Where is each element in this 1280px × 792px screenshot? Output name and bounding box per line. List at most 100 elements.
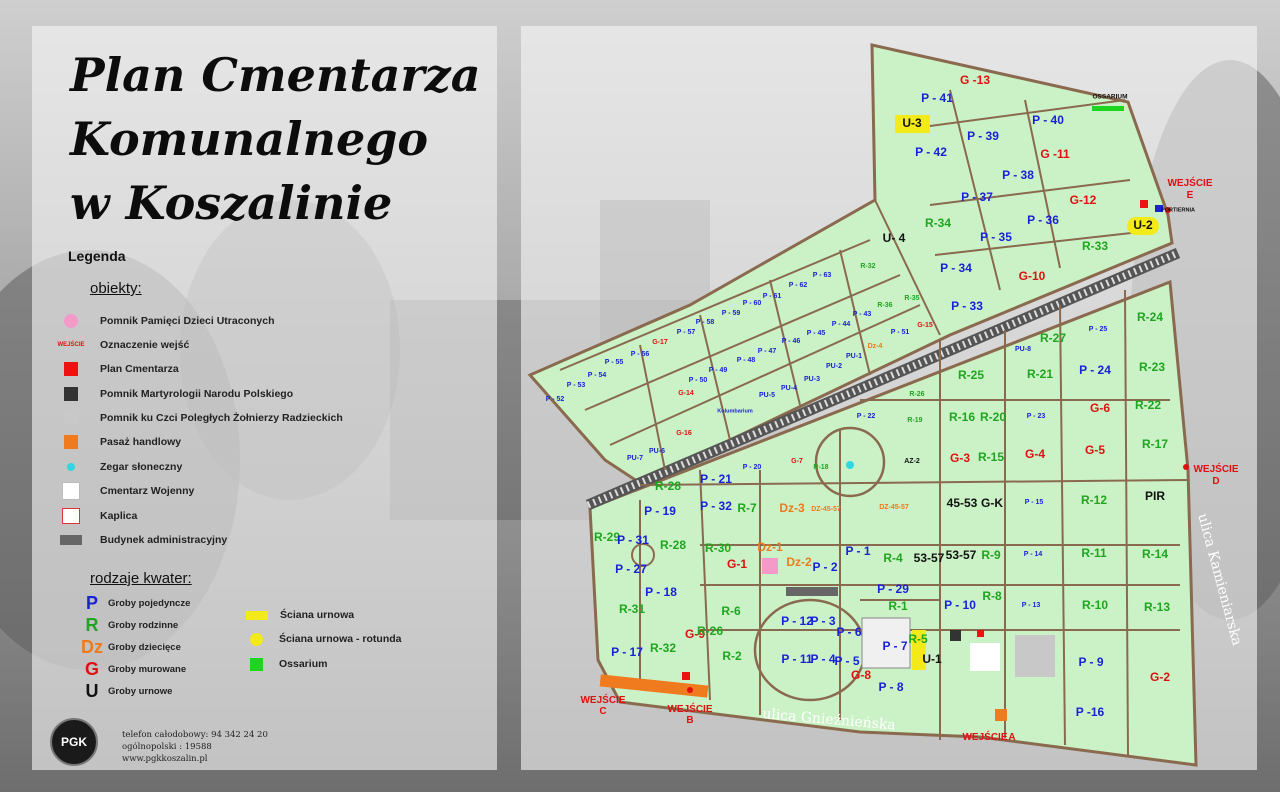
quarter-label-p-38[interactable]: P - 38 <box>1002 168 1034 182</box>
quarter-label-p-5[interactable]: P - 5 <box>834 654 859 668</box>
quarter-label-g-3[interactable]: G-3 <box>950 451 970 465</box>
quarter-label-p-21[interactable]: P - 21 <box>700 472 732 486</box>
quarter-label-r-1[interactable]: R-1 <box>888 599 908 613</box>
quarter-label-p-39[interactable]: P - 39 <box>967 129 999 143</box>
quarter-label-r-7[interactable]: R-7 <box>737 501 757 515</box>
quarter-label-r-22[interactable]: R-22 <box>1135 398 1161 412</box>
quarter-label-p-6[interactable]: P - 6 <box>836 625 861 639</box>
quarter-label-g-1[interactable]: G-1 <box>727 557 747 571</box>
quarter-label-g-15[interactable]: G-15 <box>917 322 933 329</box>
quarter-label-r-4[interactable]: R-4 <box>883 551 903 565</box>
quarter-label-p-45[interactable]: P - 45 <box>807 330 826 337</box>
quarter-label-53-57[interactable]: 53-57 <box>914 551 945 565</box>
quarter-label-g-14[interactable]: G-14 <box>678 390 694 397</box>
quarter-label-r-12[interactable]: R-12 <box>1081 493 1107 507</box>
quarter-label-p-7[interactable]: P - 7 <box>882 639 907 653</box>
quarter-label-p-8[interactable]: P - 8 <box>878 680 903 694</box>
quarter-label-p-24[interactable]: P - 24 <box>1079 363 1111 377</box>
quarter-label-p-32[interactable]: P - 32 <box>700 499 732 513</box>
quarter-label-r-32[interactable]: R-32 <box>860 263 875 270</box>
quarter-label-p-29[interactable]: P - 29 <box>877 582 909 596</box>
quarter-label-r-14[interactable]: R-14 <box>1142 547 1168 561</box>
quarter-label-p-53[interactable]: P - 53 <box>567 382 586 389</box>
quarter-label-r-10[interactable]: R-10 <box>1082 598 1108 612</box>
entrance-d-letter[interactable]: D <box>1212 476 1219 487</box>
quarter-label-p-52[interactable]: P - 52 <box>546 396 565 403</box>
quarter-label-p-9[interactable]: P - 9 <box>1078 655 1103 669</box>
quarter-label-p-17[interactable]: P - 17 <box>611 645 643 659</box>
quarter-label-p-62[interactable]: P - 62 <box>789 282 808 289</box>
entrance-b-word[interactable]: WEJŚCIE <box>667 702 712 715</box>
quarter-label-pu-6[interactable]: PU-6 <box>649 448 665 455</box>
quarter-label-r-28[interactable]: R-28 <box>660 538 686 552</box>
quarter-label-dz-3[interactable]: Dz-3 <box>779 501 805 515</box>
quarter-label-p-51[interactable]: P - 51 <box>891 329 910 336</box>
quarter-label-p-50[interactable]: P - 50 <box>689 377 708 384</box>
quarter-label-p-42[interactable]: P - 42 <box>915 145 947 159</box>
quarter-label-r-11[interactable]: R-11 <box>1081 546 1107 560</box>
entrance-e-word[interactable]: WEJŚCIE <box>1167 176 1212 189</box>
quarter-label-g-4[interactable]: G-4 <box>1025 447 1045 461</box>
quarter-label-p-18[interactable]: P - 18 <box>645 585 677 599</box>
quarter-label-p-49[interactable]: P - 49 <box>709 367 728 374</box>
entrance-a-word[interactable]: WEJŚCIE <box>962 730 1007 743</box>
quarter-label-r-17[interactable]: R-17 <box>1142 437 1168 451</box>
quarter-label-r-19[interactable]: R-19 <box>907 417 922 424</box>
quarter-label-p-1[interactable]: P - 1 <box>845 544 870 558</box>
quarter-label-r-36[interactable]: R-36 <box>877 302 892 309</box>
quarter-label-45-53[interactable]: 45-53 <box>947 496 978 510</box>
quarter-label-pu-8[interactable]: PU-8 <box>1015 346 1031 353</box>
quarter-label-pu-7[interactable]: PU-7 <box>627 455 643 462</box>
quarter-label-p-4[interactable]: P - 4 <box>810 652 835 666</box>
quarter-label-r-9[interactable]: R-9 <box>981 548 1001 562</box>
quarter-label-g-6[interactable]: G-6 <box>1090 401 1110 415</box>
quarter-label-g-8[interactable]: G-8 <box>851 668 871 682</box>
quarter-label-g-2[interactable]: G-2 <box>1150 670 1170 684</box>
quarter-label-r-8[interactable]: R-8 <box>982 589 1002 603</box>
quarter-label-r-25[interactable]: R-25 <box>958 368 984 382</box>
quarter-label-p-61[interactable]: P - 61 <box>763 293 782 300</box>
quarter-label-r-16[interactable]: R-16 <box>949 410 975 424</box>
quarter-label-pu-4[interactable]: PU-4 <box>781 385 797 392</box>
quarter-label-p-11[interactable]: P - 11 <box>781 652 812 666</box>
quarter-label-53-57[interactable]: 53-57 <box>946 548 977 562</box>
quarter-label-p-59[interactable]: P - 59 <box>722 310 741 317</box>
quarter-label-pu-1[interactable]: PU-1 <box>846 353 862 360</box>
entrance-a-letter[interactable]: A <box>1008 732 1015 743</box>
quarter-label-p-22[interactable]: P - 22 <box>857 413 876 420</box>
quarter-label-p-33[interactable]: P - 33 <box>951 299 983 313</box>
entrance-d-word[interactable]: WEJŚCIE <box>1193 462 1238 475</box>
quarter-label-dz-1[interactable]: Dz-1 <box>757 540 783 554</box>
quarter-label-p-40[interactable]: P - 40 <box>1032 113 1064 127</box>
quarter-label-g-11[interactable]: G -11 <box>1040 147 1070 161</box>
quarter-label-r-21[interactable]: R-21 <box>1027 367 1053 381</box>
entrance-e-letter[interactable]: E <box>1187 190 1194 201</box>
quarter-label-p-16[interactable]: P -16 <box>1076 705 1105 719</box>
quarter-label-p-54[interactable]: P - 54 <box>588 372 607 379</box>
quarter-label-p-15[interactable]: P - 15 <box>1025 499 1044 506</box>
quarter-label-p-2[interactable]: P - 2 <box>812 560 837 574</box>
quarter-label-r-24[interactable]: R-24 <box>1137 310 1163 324</box>
quarter-label-p-34[interactable]: P - 34 <box>940 261 972 275</box>
quarter-label-r-35[interactable]: R-35 <box>904 295 919 302</box>
quarter-label-r-34[interactable]: R-34 <box>925 216 951 230</box>
quarter-label-p-60[interactable]: P - 60 <box>743 300 762 307</box>
quarter-label-p-58[interactable]: P - 58 <box>696 319 715 326</box>
quarter-label-r-6[interactable]: R-6 <box>721 604 741 618</box>
quarter-label-u-1[interactable]: U-1 <box>922 652 942 666</box>
quarter-label-p-56[interactable]: P - 56 <box>631 351 650 358</box>
quarter-label-pu-3[interactable]: PU-3 <box>804 376 820 383</box>
quarter-label-r-20[interactable]: R-20 <box>980 410 1006 424</box>
quarter-label-dz-4[interactable]: Dz-4 <box>868 343 883 350</box>
quarter-label-p-43[interactable]: P - 43 <box>853 311 872 318</box>
quarter-label-r-5[interactable]: R-5 <box>908 632 928 646</box>
quarter-label-g-16[interactable]: G-16 <box>676 430 692 437</box>
quarter-label-r-26[interactable]: R-26 <box>697 624 723 638</box>
quarter-label-r-28[interactable]: R-28 <box>655 479 681 493</box>
quarter-label-r-33[interactable]: R-33 <box>1082 239 1108 253</box>
quarter-label-pir[interactable]: PIR <box>1145 489 1165 503</box>
quarter-label-g-k[interactable]: G-K <box>981 496 1003 510</box>
quarter-label-pu-2[interactable]: PU-2 <box>826 363 842 370</box>
quarter-label-pu-5[interactable]: PU-5 <box>759 392 775 399</box>
quarter-label-p-41[interactable]: P - 41 <box>921 91 953 105</box>
